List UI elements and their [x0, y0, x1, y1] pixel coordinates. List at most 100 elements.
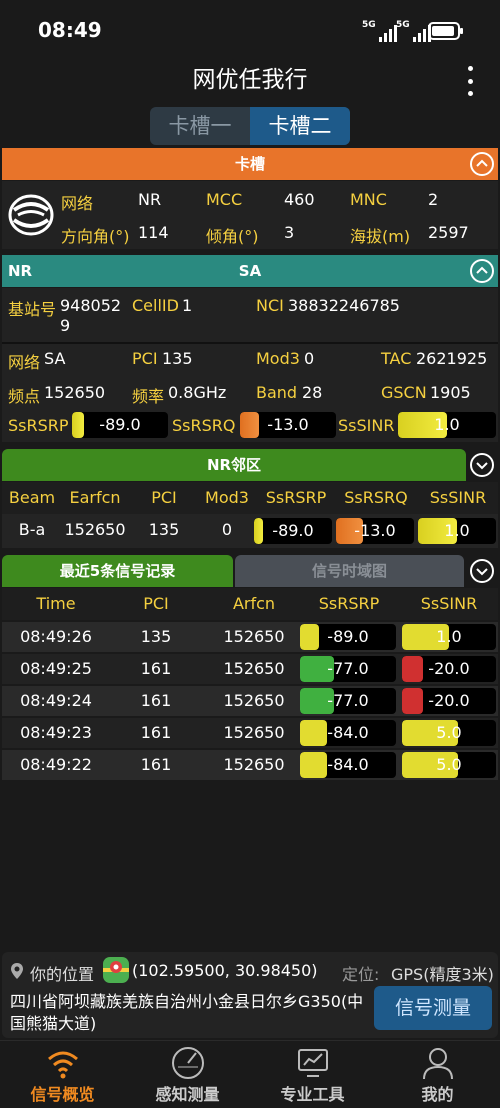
mnc-value: 2 [428, 190, 439, 209]
col-arfcn: Arfcn [232, 594, 276, 613]
ssrsrp-value: -84.0 [327, 755, 369, 774]
sssinr-value: 1.0 [444, 521, 470, 540]
pci-value: 161 [140, 723, 172, 742]
table-row: 08:49:26 135 152650 -89.0 1.0 [2, 622, 498, 652]
neighbor-section-header[interactable]: NR邻区 [2, 449, 466, 481]
gnb-value: 948052 [60, 296, 122, 315]
ssrsrq-bar: -13.0 [240, 412, 336, 438]
nav-perception-measure[interactable]: 感知测量 [125, 1041, 250, 1108]
location-panel: 你的位置 (102.59500, 30.98450) 定位: GPS(精度3米)… [2, 952, 498, 1038]
collapse-icon[interactable] [470, 559, 494, 583]
gscn-value: 1905 [430, 383, 471, 402]
time-value: 08:49:25 [20, 659, 92, 678]
tab-recent-records[interactable]: 最近5条信号记录 [2, 555, 233, 587]
battery-icon [428, 22, 463, 40]
azimuth-value: 114 [138, 223, 169, 242]
address-line-1: 四川省阿坝藏族羌族自治州小金县日尔乡G350(中 [10, 992, 364, 1011]
col-time: Time [36, 594, 76, 613]
sssinr-label: SsSINR [338, 416, 395, 435]
time-value: 08:49:24 [20, 691, 92, 710]
nci-value: 38832246785 [288, 296, 400, 315]
tab-slot-2[interactable]: 卡槽二 [250, 107, 350, 145]
china-mobile-logo-icon [8, 194, 54, 236]
nr-header-mode: SA [238, 262, 262, 280]
mcc-label: MCC [206, 190, 243, 209]
cellid-label: CellID [132, 296, 179, 315]
tab-slot-1[interactable]: 卡槽一 [150, 107, 250, 145]
location-label: 你的位置 [30, 965, 95, 984]
more-menu-icon[interactable] [462, 66, 478, 96]
time-value: 08:49:23 [20, 723, 92, 742]
col-pci: PCI [143, 594, 169, 613]
neighbor-header-title: NR邻区 [206, 456, 262, 474]
net-type-label: 网络 [8, 353, 41, 372]
frequency-value: 0.8GHz [168, 383, 227, 402]
nci-label: NCI [256, 296, 284, 315]
arfcn-value: 152650 [223, 627, 285, 646]
col-sssinr: SsSINR [420, 594, 478, 613]
net-type-value: SA [44, 349, 66, 368]
collapse-icon[interactable] [470, 453, 494, 477]
pci-value: 161 [140, 659, 172, 678]
pci-value: 135 [148, 520, 180, 539]
collapse-icon[interactable] [470, 259, 494, 283]
nav-label: 我的 [421, 1085, 454, 1104]
nav-label: 专业工具 [280, 1085, 345, 1104]
map-icon[interactable] [102, 956, 130, 984]
sssinr-value: 1.0 [436, 627, 462, 646]
records-header-row: Time PCI Arfcn SsRSRP SsSINR [2, 588, 498, 620]
address-line-2: 国熊猫大道) [10, 1014, 97, 1033]
tac-label: TAC [381, 349, 412, 368]
gauge-icon [172, 1047, 204, 1079]
nav-signal-overview[interactable]: 信号概览 [0, 1041, 125, 1108]
table-row: 08:49:24 161 152650 -77.0 -20.0 [2, 686, 498, 716]
nav-mine[interactable]: 我的 [375, 1041, 500, 1108]
col-sssinr: SsSINR [429, 488, 487, 507]
cellid-value: 1 [182, 296, 193, 315]
pci-label: PCI [132, 349, 158, 368]
tilt-label: 倾角(°) [206, 227, 259, 246]
pci-value: 161 [140, 691, 172, 710]
arfcn-value: 152650 [223, 659, 285, 678]
ssrsrp-value: -84.0 [327, 723, 369, 742]
mod3-value: 0 [304, 349, 315, 368]
ssrsrp-bar: -77.0 [300, 688, 396, 714]
nr-section-header[interactable]: NR SA [2, 255, 498, 287]
sssinr-value: 5.0 [436, 723, 462, 742]
gps-accuracy: GPS(精度3米) [391, 965, 494, 984]
sssinr-bar: 1.0 [418, 518, 496, 544]
slot-section-header[interactable]: 卡槽 [2, 148, 498, 180]
ssrsrp-value: -89.0 [272, 521, 314, 540]
band-label: Band [256, 383, 298, 402]
signal-icon: 5G [362, 20, 397, 42]
ssrsrp-label: SsRSRP [8, 416, 69, 435]
azimuth-label: 方向角(°) [61, 227, 130, 246]
col-ssrsrp: SsRSRP [265, 488, 327, 507]
ssrsrp-value: -89.0 [327, 627, 369, 646]
pci-value: 135 [140, 627, 172, 646]
net-label: 网络 [61, 194, 94, 213]
arfcn-value: 152650 [223, 691, 285, 710]
freq-point-label: 频点 [8, 387, 41, 406]
mod3-label: Mod3 [256, 349, 300, 368]
mcc-value: 460 [284, 190, 315, 209]
tilt-value: 3 [284, 223, 295, 242]
signal-icon-2: 5G [396, 20, 431, 42]
col-earfcn: Earfcn [69, 488, 121, 507]
time-value: 08:49:22 [20, 755, 92, 774]
tab-signal-timeline[interactable]: 信号时域图 [235, 555, 464, 587]
signal-measure-button[interactable]: 信号测量 [374, 986, 492, 1030]
ssrsrq-value: -13.0 [267, 415, 309, 434]
ssrsrq-label: SsRSRQ [172, 416, 236, 435]
ssrsrp-value: -77.0 [327, 691, 369, 710]
collapse-icon[interactable] [470, 152, 494, 176]
ssrsrp-value: -89.0 [99, 415, 141, 434]
nav-pro-tools[interactable]: 专业工具 [250, 1041, 375, 1108]
sssinr-bar: 5.0 [402, 752, 496, 778]
sssinr-bar: -20.0 [402, 688, 496, 714]
mod3-value: 0 [221, 520, 233, 539]
slot-info-panel: 网络 NR MCC 460 MNC 2 方向角(°) 114 倾角(°) 3 海… [2, 181, 498, 249]
frequency-label: 频率 [132, 387, 165, 406]
gps-label: 定位: [342, 965, 380, 984]
sssinr-value: -20.0 [428, 659, 470, 678]
